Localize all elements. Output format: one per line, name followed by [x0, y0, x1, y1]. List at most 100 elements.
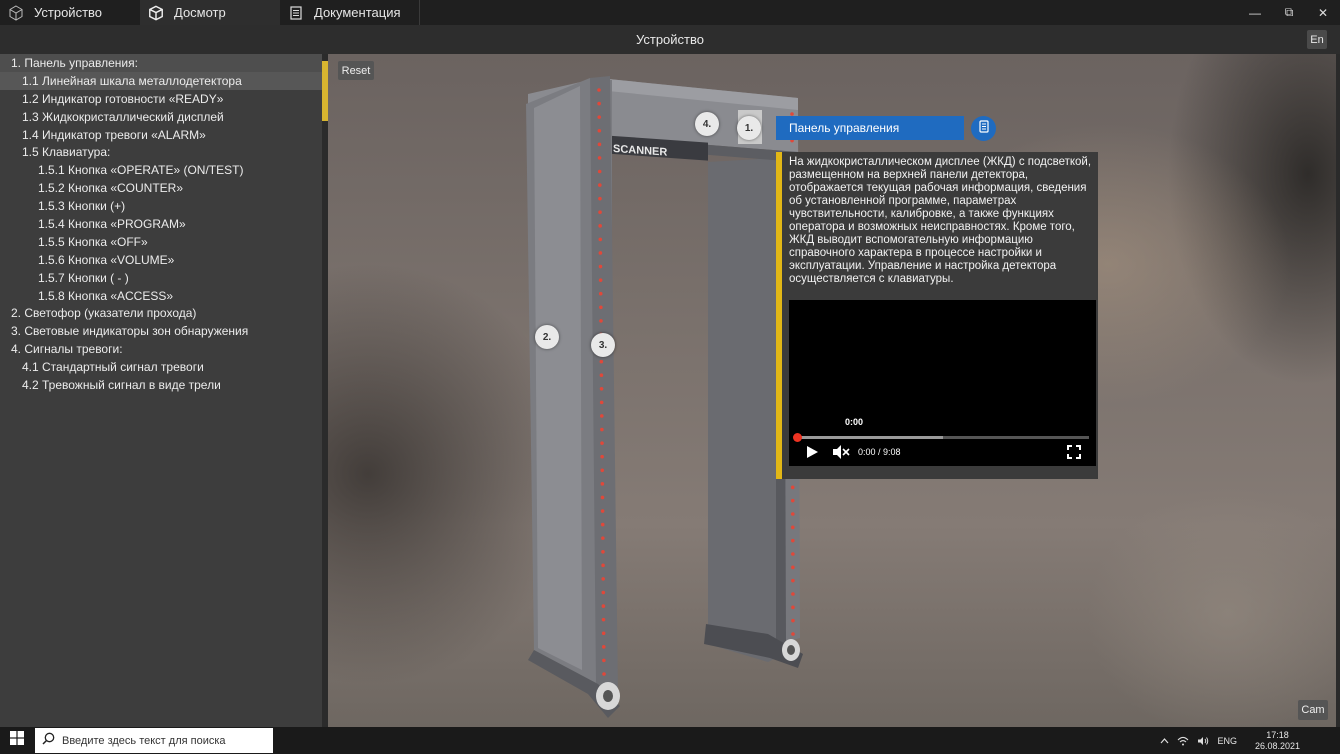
- video-time-display: 0:00 / 9:08: [858, 447, 901, 457]
- tab-documentation[interactable]: Документация: [280, 0, 420, 25]
- led-dot: [597, 101, 601, 106]
- sidebar-item-program-button[interactable]: 1.5.4 Кнопка «PROGRAM»: [0, 215, 322, 233]
- led-dot: [791, 605, 795, 610]
- led-dot: [601, 645, 606, 649]
- tab-inspection[interactable]: Досмотр: [140, 0, 280, 25]
- system-tray: ENG 17:18 26.08.2021: [1160, 727, 1340, 754]
- sidebar-item-ready-indicator[interactable]: 1.2 Индикатор готовности «READY»: [0, 90, 322, 108]
- video-player[interactable]: 0:00 0:00 / 9:08: [789, 300, 1096, 466]
- sidebar-item-plus-buttons[interactable]: 1.5.3 Кнопки (+): [0, 197, 322, 215]
- sidebar-item-off-button[interactable]: 1.5.5 Кнопка «OFF»: [0, 233, 322, 251]
- play-icon[interactable]: [805, 445, 819, 464]
- sidebar-item-access-button[interactable]: 1.5.8 Кнопка «ACCESS»: [0, 287, 322, 305]
- camera-button[interactable]: Cam: [1298, 700, 1328, 720]
- video-timecode: 0:00: [845, 417, 864, 427]
- led-dot: [597, 128, 602, 133]
- led-dot: [601, 631, 606, 636]
- led-dot: [791, 578, 795, 583]
- wifi-icon[interactable]: [1177, 736, 1189, 746]
- start-button[interactable]: [0, 727, 34, 754]
- document-icon: [288, 5, 304, 21]
- led-dot: [598, 264, 603, 269]
- led-dot: [600, 522, 605, 527]
- page-title-bar: Устройство: [0, 25, 1340, 54]
- device-brand-label: SCANNER: [613, 143, 667, 159]
- led-dot: [600, 482, 605, 486]
- taskbar-search[interactable]: [35, 728, 273, 753]
- tab-documentation-label: Документация: [314, 5, 401, 20]
- info-panel-title-text: Панель управления: [789, 121, 900, 135]
- led-dot: [791, 565, 795, 570]
- led-dot: [599, 359, 604, 364]
- led-dot: [791, 538, 795, 543]
- sidebar-tree: 1. Панель управления: 1.1 Линейная шкала…: [0, 54, 322, 727]
- sidebar-item-trill-alarm[interactable]: 4.2 Тревожный сигнал в виде трели: [0, 376, 322, 394]
- sidebar-item-keyboard[interactable]: 1.5 Клавиатура:: [0, 143, 322, 161]
- led-dot: [601, 563, 605, 568]
- volume-icon[interactable]: [1197, 736, 1209, 746]
- mute-icon[interactable]: [832, 444, 850, 465]
- led-dot: [791, 592, 795, 596]
- sidebar-item-volume-button[interactable]: 1.5.6 Кнопка «VOLUME»: [0, 251, 322, 269]
- taskbar: ENG 17:18 26.08.2021: [0, 727, 1340, 754]
- sidebar-item-linear-scale[interactable]: 1.1 Линейная шкала металлодетектора: [0, 71, 322, 90]
- marker-2-label[interactable]: 2.: [535, 325, 559, 349]
- led-dot: [791, 632, 795, 636]
- led-dot: [597, 88, 601, 92]
- led-dot: [597, 142, 602, 147]
- box-icon: [148, 5, 164, 21]
- sidebar-item-alarm-signals[interactable]: 4. Сигналы тревоги:: [0, 340, 322, 358]
- led-dot: [599, 319, 603, 323]
- language-button[interactable]: En: [1307, 30, 1327, 49]
- led-dot: [598, 183, 602, 187]
- sidebar-item-minus-buttons[interactable]: 1.5.7 Кнопки ( - ): [0, 269, 322, 287]
- led-dot: [601, 577, 605, 581]
- led-dot: [598, 251, 603, 255]
- marker-1-label[interactable]: 1.: [737, 116, 761, 140]
- led-dot: [601, 549, 605, 554]
- led-dot: [599, 386, 604, 391]
- info-panel-device-button[interactable]: [971, 116, 996, 141]
- led-dot: [598, 224, 602, 228]
- led-dot: [601, 536, 605, 540]
- device-icon: [978, 119, 989, 138]
- sidebar-item-counter-button[interactable]: 1.5.2 Кнопка «COUNTER»: [0, 179, 322, 197]
- info-panel-description: На жидкокристаллическом дисплее (ЖКД) с …: [789, 156, 1092, 285]
- chevron-up-icon[interactable]: [1160, 737, 1169, 744]
- led-dot: [600, 427, 604, 432]
- page-title: Устройство: [635, 32, 704, 47]
- taskbar-clock[interactable]: 17:18 26.08.2021: [1255, 730, 1300, 752]
- keyboard-language[interactable]: ENG: [1217, 736, 1237, 746]
- tab-device-label: Устройство: [34, 5, 103, 20]
- top-tab-bar: Устройство Досмотр Документация — ⧉ ✕: [0, 0, 1340, 25]
- sidebar-item-lcd[interactable]: 1.3 Жидкокристаллический дисплей: [0, 108, 322, 126]
- search-input[interactable]: [62, 734, 262, 747]
- video-progress-knob[interactable]: [793, 433, 802, 442]
- led-dot: [602, 658, 606, 663]
- led-dot: [598, 210, 602, 215]
- led-dot: [599, 400, 604, 405]
- sidebar-item-control-panel[interactable]: 1. Панель управления:: [0, 54, 322, 72]
- clock-time: 17:18: [1266, 729, 1289, 740]
- fullscreen-icon[interactable]: [1067, 445, 1081, 464]
- led-dot: [598, 278, 603, 282]
- led-dot: [600, 509, 605, 513]
- minimize-button[interactable]: —: [1238, 0, 1272, 25]
- led-dot: [600, 441, 604, 445]
- marker-4-label[interactable]: 4.: [695, 112, 719, 136]
- tab-device[interactable]: Устройство: [0, 0, 140, 25]
- sidebar-item-standard-alarm[interactable]: 4.1 Стандартный сигнал тревоги: [0, 358, 322, 376]
- sidebar-item-zone-indicators[interactable]: 3. Световые индикаторы зон обнаружения: [0, 322, 322, 340]
- reset-button[interactable]: Reset: [338, 61, 374, 80]
- sidebar-item-operate-button[interactable]: 1.5.1 Кнопка «OPERATE» (ON/TEST): [0, 161, 322, 179]
- close-button[interactable]: ✕: [1306, 0, 1340, 25]
- led-dot: [600, 454, 604, 459]
- maximize-button[interactable]: ⧉: [1272, 0, 1306, 25]
- led-dot: [601, 590, 606, 595]
- sidebar-item-traffic-light[interactable]: 2. Светофор (указатели прохода): [0, 304, 322, 322]
- led-dot: [599, 305, 603, 310]
- viewport-scrollbar[interactable]: [1336, 54, 1340, 727]
- windows-logo-icon: [10, 731, 24, 750]
- marker-3-label[interactable]: 3.: [591, 333, 615, 357]
- sidebar-item-alarm-indicator[interactable]: 1.4 Индикатор тревоги «ALARM»: [0, 126, 322, 144]
